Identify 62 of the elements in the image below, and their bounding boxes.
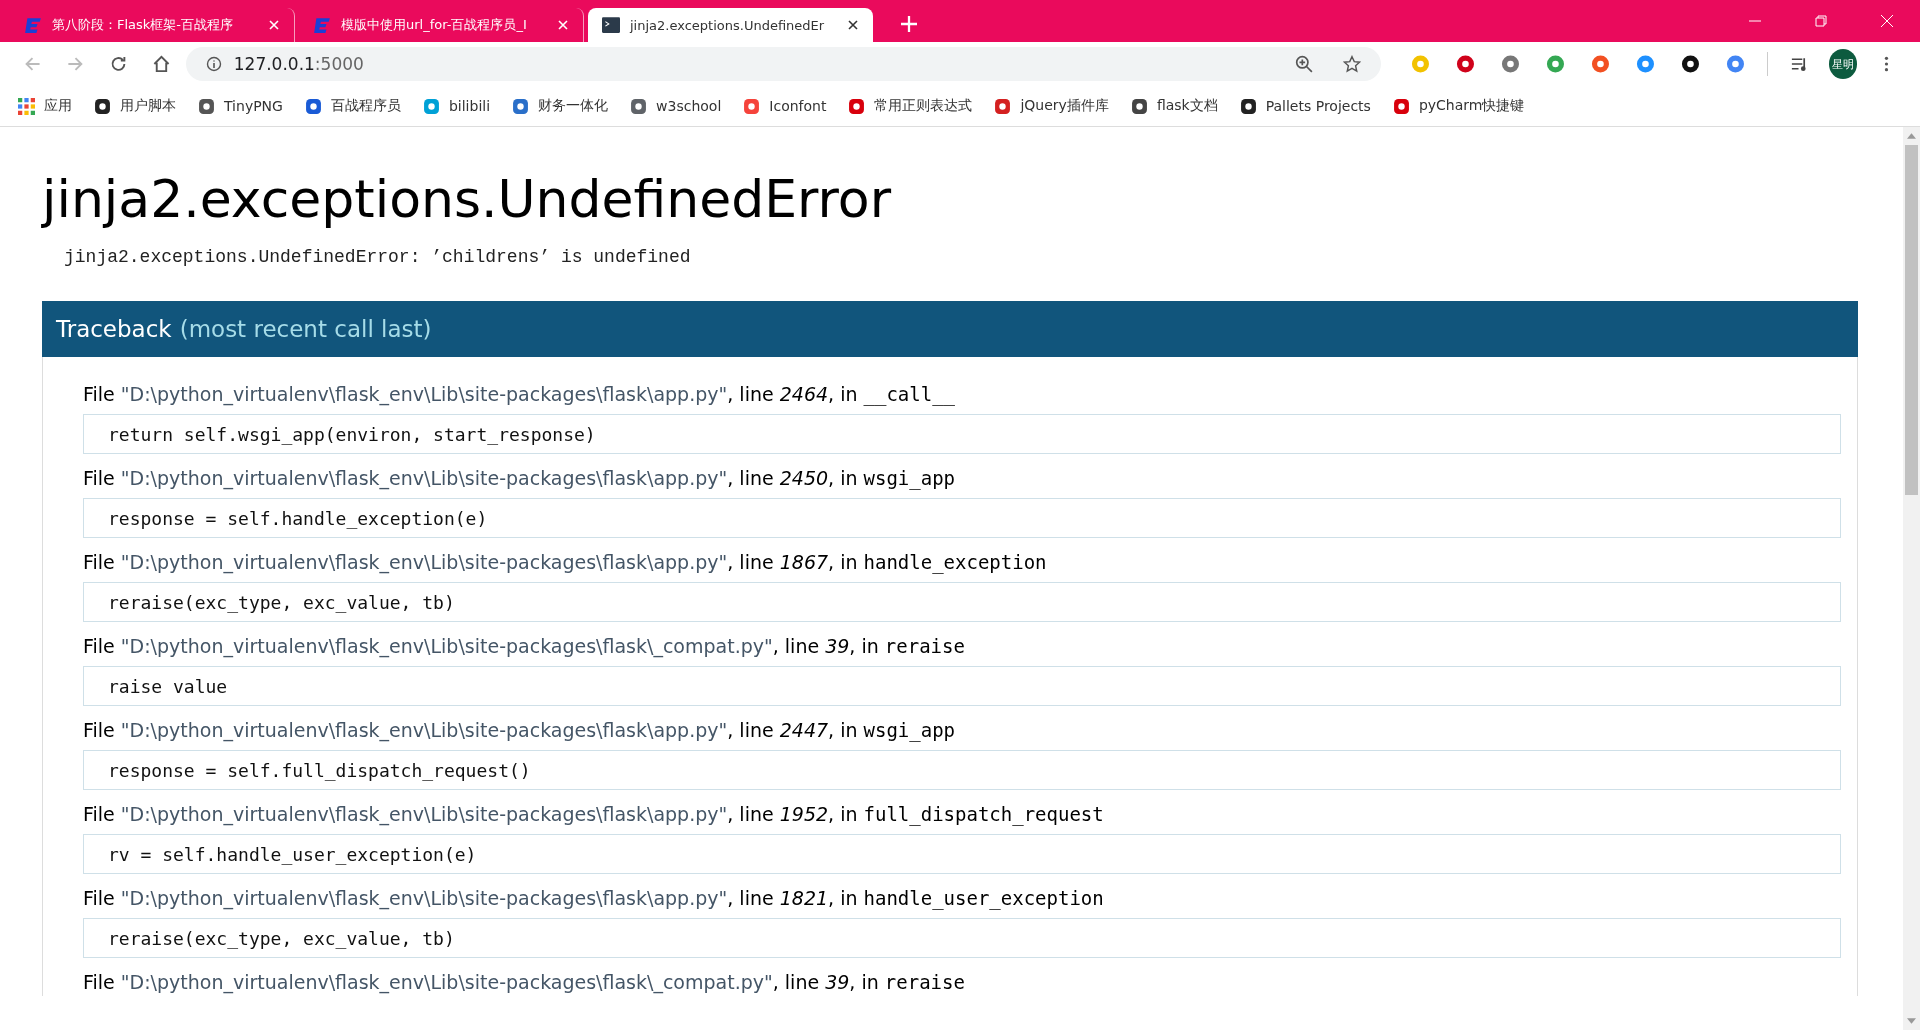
bookmark[interactable]: pyCharm快捷键 <box>1392 97 1525 115</box>
frame-location: File "D:\python_virtualenv\flask_env\Lib\site-packages\flask\app.py", line 1952, in full_dispatch_request <box>83 802 1105 828</box>
bookmark[interactable]: 财务一体化 <box>512 97 609 115</box>
frame-location: File "D:\python_virtualenv\flask_env\Lib\site-packages\flask\_compat.py", line 39, in reraise <box>83 634 966 660</box>
bookmark[interactable]: 百战程序员 <box>304 97 401 115</box>
scrollbar[interactable] <box>1903 127 1920 1030</box>
error-title: jinja2.exceptions.UndefinedError <box>42 169 892 229</box>
frame-location: File "D:\python_virtualenv\flask_env\Lib\site-packages\flask\_compat.py", line 39, in reraise <box>83 970 966 996</box>
new-tab-icon[interactable] <box>901 16 917 32</box>
bookmark[interactable]: flask文档 <box>1130 97 1218 115</box>
bookmark[interactable]: jQuery插件库 <box>994 97 1109 115</box>
close-icon[interactable] <box>847 19 859 31</box>
favicon-icon <box>630 97 648 115</box>
info-icon <box>205 56 222 72</box>
extension-icon[interactable] <box>1680 54 1700 74</box>
favicon-icon <box>743 97 761 115</box>
tab-title: 模版中使用url_for-百战程序员_I <box>341 16 528 34</box>
frame-location: File "D:\python_virtualenv\flask_env\Lib\site-packages\flask\app.py", line 1867, in handle_exception <box>83 550 1048 576</box>
profile-avatar[interactable]: 星明 <box>1828 49 1857 79</box>
favicon-icon <box>198 97 215 115</box>
tab-title: 第八阶段：Flask框架-百战程序 <box>52 16 235 34</box>
favicon-icon <box>422 97 440 115</box>
frame-location: File "D:\python_virtualenv\flask_env\Lib\site-packages\flask\app.py", line 2450, in wsgi_app <box>83 466 957 492</box>
home-icon[interactable] <box>151 54 171 74</box>
bookmark[interactable]: 常用正则表达式 <box>848 97 973 115</box>
frame-location: File "D:\python_virtualenv\flask_env\Lib\site-packages\flask\app.py", line 2464, in __call__ <box>83 382 957 408</box>
bookmark[interactable]: bilibili <box>422 97 491 115</box>
frame-location: File "D:\python_virtualenv\flask_env\Lib\site-packages\flask\app.py", line 2447, in wsgi_app <box>83 718 957 744</box>
restore-icon[interactable] <box>1814 14 1828 28</box>
bookmark[interactable]: Iconfont <box>743 97 827 115</box>
site-logo-icon <box>313 16 331 34</box>
url-text: 127.0.0.1:5000 <box>233 54 364 74</box>
zoom-icon[interactable] <box>1295 55 1314 73</box>
favicon-icon <box>994 97 1012 115</box>
favicon-icon <box>94 97 111 115</box>
bookmark[interactable]: Pallets Projects <box>1239 97 1371 115</box>
traceback-subtitle: (most recent call last) <box>179 316 432 342</box>
scroll-down-icon[interactable] <box>1907 1018 1916 1024</box>
bookmark[interactable]: 应用 <box>18 97 72 115</box>
apps-grid-icon <box>18 97 35 115</box>
browser-tab[interactable]: 模版中使用url_for-百战程序员_I <box>299 8 584 42</box>
bookmark[interactable]: w3school <box>630 97 722 115</box>
favicon-icon <box>512 97 530 115</box>
favicon-icon <box>1130 97 1148 115</box>
scroll-up-icon[interactable] <box>1907 133 1916 139</box>
browser-tab[interactable]: 第八阶段：Flask框架-百战程序 <box>10 8 295 42</box>
favicon-icon <box>304 97 322 115</box>
site-logo-icon <box>24 16 42 34</box>
terminal-icon <box>602 16 620 34</box>
frame-location: File "D:\python_virtualenv\flask_env\Lib\site-packages\flask\app.py", line 1821, in handle_user_exception <box>83 886 1105 912</box>
browser-tab[interactable]: jinja2.exceptions.UndefinedEr <box>588 8 873 42</box>
favicon-icon <box>1392 97 1410 115</box>
star-icon[interactable] <box>1343 55 1362 73</box>
favicon-icon <box>848 97 866 115</box>
bookmark[interactable]: 用户脚本 <box>94 97 176 115</box>
error-message: jinja2.exceptions.UndefinedError: ’childrens’ is undefined <box>64 247 692 267</box>
traceback-title: Traceback <box>56 316 172 342</box>
scrollbar-thumb[interactable] <box>1905 145 1918 495</box>
bookmark[interactable]: TinyPNG <box>198 97 283 115</box>
address-bar[interactable]: 127.0.0.1:5000 <box>185 47 1382 81</box>
favicon-icon <box>1239 97 1257 115</box>
tab-title: jinja2.exceptions.UndefinedEr <box>630 17 826 33</box>
